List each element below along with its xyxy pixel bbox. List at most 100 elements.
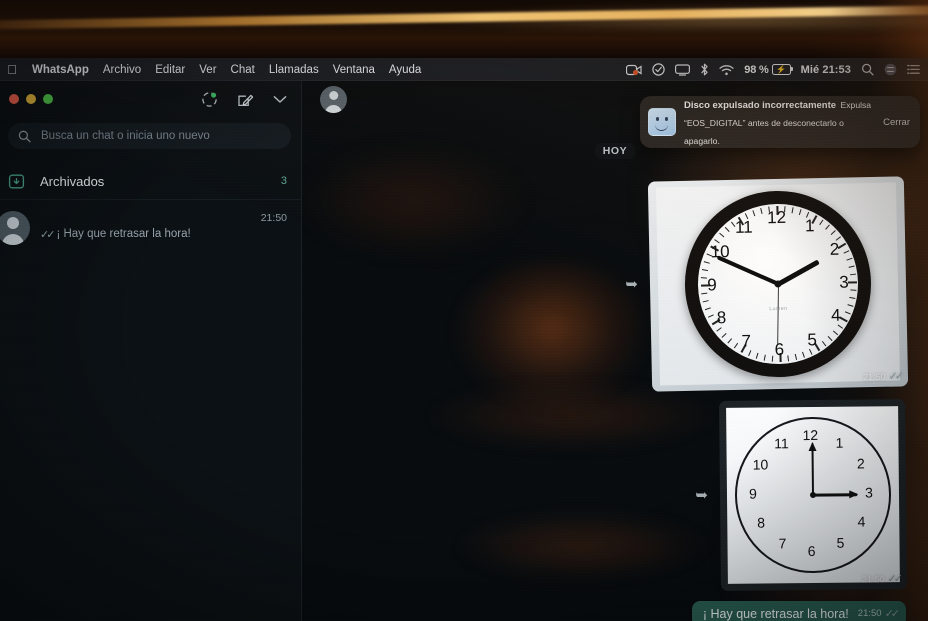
menu-item-ventana[interactable]: Ventana	[333, 64, 375, 76]
clock-numeral: 8	[757, 514, 766, 531]
clock-tick	[704, 307, 711, 311]
chat-sidebar: Busca un chat o inicia uno nuevo Archiva…	[0, 81, 302, 621]
clock-tick	[847, 281, 858, 284]
menubar-status-items: 98 % ⚡ Mié 21:53	[626, 63, 928, 76]
menu-item-llamadas[interactable]: Llamadas	[269, 64, 319, 76]
search-placeholder: Busca un chat o inicia uno nuevo	[41, 130, 210, 142]
image-timestamp: 21:50 ✓✓	[862, 572, 900, 585]
forward-arrow-icon[interactable]: ➥	[695, 488, 708, 503]
menu-item-editar[interactable]: Editar	[155, 64, 185, 76]
clock-numeral: 3	[864, 484, 873, 501]
apple-logo-icon[interactable]: 	[6, 63, 18, 76]
battery-indicator[interactable]: 98 % ⚡	[744, 64, 793, 76]
sidebar-titlebar	[0, 81, 301, 117]
screen-mirroring-icon[interactable]	[675, 63, 691, 76]
clock-numeral: 9	[707, 275, 717, 295]
notification-list-icon[interactable]	[907, 64, 920, 75]
close-notification-button[interactable]: Cerrar	[883, 117, 914, 128]
status-channels-icon[interactable]	[201, 91, 218, 108]
clock-numeral: 3	[839, 272, 849, 292]
bluetooth-icon[interactable]	[700, 63, 709, 76]
chevron-down-icon[interactable]	[273, 95, 287, 104]
clock-tick	[701, 292, 708, 295]
clock-tick	[791, 207, 794, 214]
clock-tick	[832, 330, 839, 336]
clock-tick	[721, 332, 727, 338]
clock-tick	[787, 355, 790, 362]
finder-icon	[648, 108, 676, 136]
new-chat-icon[interactable]	[237, 91, 254, 108]
archive-icon	[6, 171, 26, 191]
check-circle-icon[interactable]	[652, 63, 665, 76]
wifi-icon[interactable]	[719, 64, 734, 76]
clock-numeral: 9	[749, 485, 757, 502]
drawn-clock-face: 12 1 2 3 4 5 6 7 8 9 10 11	[734, 416, 892, 574]
clock-tick	[752, 210, 756, 217]
battery-charging-icon: ⚡	[771, 64, 793, 75]
laptop-bezel-glare	[0, 0, 928, 62]
control-center-icon[interactable]	[884, 63, 897, 76]
image-time-label: 21:50	[862, 371, 886, 382]
clock-tick	[844, 311, 851, 315]
read-receipt-ticks: ✓✓	[884, 608, 901, 620]
sidebar-item-archived[interactable]: Archivados 3	[0, 163, 301, 200]
clock-tick	[830, 230, 836, 236]
clock-tick	[727, 338, 733, 344]
clock-numeral: 7	[778, 535, 787, 552]
whatsapp-window: Busca un chat o inicia uno nuevo Archiva…	[0, 81, 928, 621]
message-row-text: ¡ Hay que retrasar la hora! 21:50 ✓✓	[302, 601, 906, 621]
clock-tick	[847, 304, 854, 308]
menu-item-archivo[interactable]: Archivo	[103, 64, 141, 76]
minimize-window-button[interactable]	[26, 94, 36, 104]
clock-numeral: 10	[752, 456, 769, 473]
clock-tick	[702, 299, 709, 303]
menu-item-ayuda[interactable]: Ayuda	[389, 64, 421, 76]
clock-tick	[849, 273, 857, 276]
chat-preview-text: ¡ Hay que retrasar la hora!	[56, 228, 191, 240]
message-time: 21:50	[857, 608, 882, 619]
search-chats-input[interactable]: Busca un chat o inicia uno nuevo	[8, 123, 291, 149]
menu-item-ver[interactable]: Ver	[199, 64, 216, 76]
close-window-button[interactable]	[9, 94, 19, 104]
menu-item-whatsapp[interactable]: WhatsApp	[32, 64, 89, 76]
archived-count-badge: 3	[280, 175, 287, 187]
avatar	[0, 211, 30, 245]
clock-numeral: 1	[835, 434, 844, 451]
chat-preview: ✓✓ ¡ Hay que retrasar la hora!	[40, 228, 287, 241]
clock-numeral: 5	[836, 534, 845, 551]
clock-numeral: 4	[830, 305, 841, 325]
menu-item-chat[interactable]: Chat	[231, 64, 255, 76]
clock-numeral: 12	[766, 207, 787, 228]
bezel-light-bloom	[417, 4, 928, 30]
clock-tick	[755, 352, 759, 359]
clock-numeral: 7	[741, 331, 752, 351]
clock-hour-hand	[776, 259, 820, 287]
avatar[interactable]	[320, 85, 347, 113]
clock-numeral: 4	[857, 513, 866, 530]
search-icon	[18, 130, 31, 143]
clock-numeral: 12	[802, 426, 819, 444]
spotlight-search-icon[interactable]	[861, 63, 874, 76]
list-item[interactable]: ✓✓ ¡ Hay que retrasar la hora! 21:50	[0, 200, 301, 256]
message-image-bubble[interactable]: 12 1 2 3 4 5 6 7 8 9 10 11 21:50 ✓✓	[719, 399, 907, 591]
clock-tick	[724, 226, 730, 232]
message-row-image-1: ➥ 121234567891011 Lumen	[302, 176, 909, 392]
message-text: ¡ Hay que retrasar la hora!	[702, 607, 849, 621]
message-image-bubble[interactable]: 121234567891011 Lumen 21:50	[647, 176, 909, 392]
clock-tick	[825, 224, 831, 230]
forward-arrow-icon[interactable]: ➥	[625, 277, 638, 292]
clock-tick	[703, 260, 710, 264]
clock-numeral: 5	[807, 330, 818, 350]
clock-numeral: 2	[856, 455, 865, 472]
clock-center-pin	[774, 280, 782, 288]
menubar-items:  WhatsApp Archivo Editar Ver Chat Llama…	[0, 63, 421, 76]
system-notification[interactable]: Disco expulsado incorrectamente Expulsa …	[640, 96, 920, 148]
clock-tick	[827, 336, 833, 342]
outgoing-message-bubble[interactable]: ¡ Hay que retrasar la hora! 21:50 ✓✓	[691, 601, 906, 621]
chat-timestamp: 21:50	[260, 212, 287, 224]
zoom-window-button[interactable]	[43, 94, 53, 104]
read-receipt-ticks: ✓✓	[887, 573, 900, 586]
screen-record-icon[interactable]	[626, 64, 642, 76]
menubar-clock[interactable]: Mié 21:53	[801, 64, 851, 76]
clock-tick	[733, 342, 739, 349]
